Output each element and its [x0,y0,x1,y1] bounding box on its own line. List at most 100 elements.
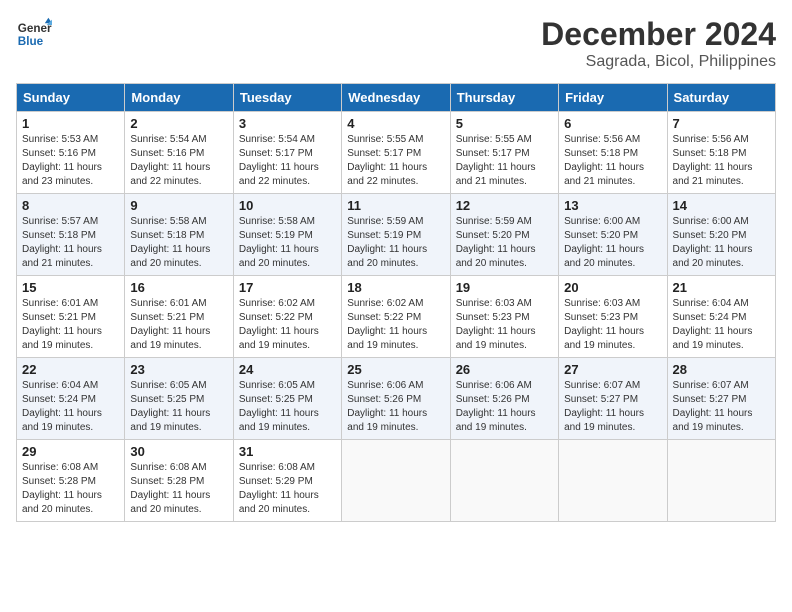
calendar-cell: 15 Sunrise: 6:01 AMSunset: 5:21 PMDayligh… [17,276,125,358]
calendar-cell: 21 Sunrise: 6:04 AMSunset: 5:24 PMDayligh… [667,276,775,358]
day-detail: Sunrise: 6:05 AMSunset: 5:25 PMDaylight:… [239,379,336,435]
day-detail: Sunrise: 6:08 AMSunset: 5:28 PMDaylight:… [130,461,227,517]
day-number: 10 [239,198,336,213]
day-detail: Sunrise: 6:00 AMSunset: 5:20 PMDaylight:… [564,215,661,271]
calendar-cell: 2Sunrise: 5:54 AMSunset: 5:16 PMDaylight… [125,112,233,194]
header-saturday: Saturday [667,84,775,112]
calendar-cell: 25Sunrise: 6:06 AMSunset: 5:26 PMDayligh… [342,358,450,440]
day-number: 27 [564,362,661,377]
day-number: 6 [564,116,661,131]
day-number: 19 [456,280,553,295]
calendar-week-1: 1Sunrise: 5:53 AMSunset: 5:16 PMDaylight… [17,112,776,194]
day-detail: Sunrise: 6:03 AMSunset: 5:23 PMDaylight:… [456,297,553,353]
day-number: 22 [22,362,119,377]
day-number: 14 [673,198,770,213]
day-detail: Sunrise: 6:04 AMSunset: 5:24 PMDaylight:… [22,379,119,435]
calendar-cell: 9 Sunrise: 5:58 AMSunset: 5:18 PMDaylight… [125,194,233,276]
header-thursday: Thursday [450,84,558,112]
header-sunday: Sunday [17,84,125,112]
calendar-cell: 4 Sunrise: 5:55 AMSunset: 5:17 PMDaylight… [342,112,450,194]
day-number: 9 [130,198,227,213]
calendar-body: 1Sunrise: 5:53 AMSunset: 5:16 PMDaylight… [17,112,776,522]
calendar-cell: 20 Sunrise: 6:03 AMSunset: 5:23 PMDayligh… [559,276,667,358]
calendar-cell: 14 Sunrise: 6:00 AMSunset: 5:20 PMDayligh… [667,194,775,276]
day-detail: Sunrise: 5:55 AMSunset: 5:17 PMDaylight:… [347,133,444,189]
logo: General Blue [16,16,52,52]
calendar-cell: 6 Sunrise: 5:56 AMSunset: 5:18 PMDaylight… [559,112,667,194]
day-detail: Sunrise: 5:55 AMSunset: 5:17 PMDaylight:… [456,133,553,189]
day-detail: Sunrise: 6:07 AMSunset: 5:27 PMDaylight:… [673,379,770,435]
calendar-cell: 7 Sunrise: 5:56 AMSunset: 5:18 PMDaylight… [667,112,775,194]
day-number: 1 [22,116,119,131]
day-detail: Sunrise: 6:02 AMSunset: 5:22 PMDaylight:… [347,297,444,353]
header-monday: Monday [125,84,233,112]
day-detail: Sunrise: 6:02 AMSunset: 5:22 PMDaylight:… [239,297,336,353]
day-detail: Sunrise: 6:01 AMSunset: 5:21 PMDaylight:… [22,297,119,353]
calendar-cell [450,440,558,522]
header-friday: Friday [559,84,667,112]
day-number: 4 [347,116,444,131]
day-detail: Sunrise: 6:05 AMSunset: 5:25 PMDaylight:… [130,379,227,435]
day-detail: Sunrise: 5:56 AMSunset: 5:18 PMDaylight:… [564,133,661,189]
day-detail: Sunrise: 5:56 AMSunset: 5:18 PMDaylight:… [673,133,770,189]
calendar-cell: 23Sunrise: 6:05 AMSunset: 5:25 PMDayligh… [125,358,233,440]
day-detail: Sunrise: 6:00 AMSunset: 5:20 PMDaylight:… [673,215,770,271]
day-detail: Sunrise: 5:58 AMSunset: 5:19 PMDaylight:… [239,215,336,271]
calendar-cell: 12Sunrise: 5:59 AMSunset: 5:20 PMDayligh… [450,194,558,276]
calendar-cell: 28 Sunrise: 6:07 AMSunset: 5:27 PMDayligh… [667,358,775,440]
calendar-cell: 18 Sunrise: 6:02 AMSunset: 5:22 PMDayligh… [342,276,450,358]
month-title: December 2024 [541,16,776,53]
calendar-cell: 27 Sunrise: 6:07 AMSunset: 5:27 PMDayligh… [559,358,667,440]
day-number: 13 [564,198,661,213]
day-detail: Sunrise: 6:08 AMSunset: 5:29 PMDaylight:… [239,461,336,517]
day-number: 28 [673,362,770,377]
calendar-cell: 31 Sunrise: 6:08 AMSunset: 5:29 PMDayligh… [233,440,341,522]
day-number: 16 [130,280,227,295]
calendar-cell: 24 Sunrise: 6:05 AMSunset: 5:25 PMDayligh… [233,358,341,440]
calendar-header-row: SundayMondayTuesdayWednesdayThursdayFrid… [17,84,776,112]
day-detail: Sunrise: 5:58 AMSunset: 5:18 PMDaylight:… [130,215,227,271]
day-detail: Sunrise: 5:59 AMSunset: 5:20 PMDaylight:… [456,215,553,271]
day-detail: Sunrise: 6:06 AMSunset: 5:26 PMDaylight:… [456,379,553,435]
day-detail: Sunrise: 5:54 AMSunset: 5:16 PMDaylight:… [130,133,227,189]
day-number: 3 [239,116,336,131]
day-number: 5 [456,116,553,131]
day-detail: Sunrise: 6:04 AMSunset: 5:24 PMDaylight:… [673,297,770,353]
day-number: 29 [22,444,119,459]
calendar-cell: 19 Sunrise: 6:03 AMSunset: 5:23 PMDayligh… [450,276,558,358]
day-detail: Sunrise: 5:57 AMSunset: 5:18 PMDaylight:… [22,215,119,271]
day-number: 7 [673,116,770,131]
calendar-table: SundayMondayTuesdayWednesdayThursdayFrid… [16,83,776,522]
svg-text:Blue: Blue [18,35,44,48]
calendar-cell: 29Sunrise: 6:08 AMSunset: 5:28 PMDayligh… [17,440,125,522]
day-number: 20 [564,280,661,295]
day-number: 24 [239,362,336,377]
header-tuesday: Tuesday [233,84,341,112]
calendar-cell: 5 Sunrise: 5:55 AMSunset: 5:17 PMDaylight… [450,112,558,194]
day-detail: Sunrise: 5:59 AMSunset: 5:19 PMDaylight:… [347,215,444,271]
day-number: 18 [347,280,444,295]
day-number: 11 [347,198,444,213]
calendar-cell: 17Sunrise: 6:02 AMSunset: 5:22 PMDayligh… [233,276,341,358]
day-number: 15 [22,280,119,295]
calendar-cell: 13 Sunrise: 6:00 AMSunset: 5:20 PMDayligh… [559,194,667,276]
calendar-cell: 3 Sunrise: 5:54 AMSunset: 5:17 PMDaylight… [233,112,341,194]
calendar-cell: 1Sunrise: 5:53 AMSunset: 5:16 PMDaylight… [17,112,125,194]
calendar-week-4: 22 Sunrise: 6:04 AMSunset: 5:24 PMDayligh… [17,358,776,440]
title-area: December 2024 Sagrada, Bicol, Philippine… [541,16,776,71]
day-detail: Sunrise: 5:54 AMSunset: 5:17 PMDaylight:… [239,133,336,189]
calendar-cell: 10 Sunrise: 5:58 AMSunset: 5:19 PMDayligh… [233,194,341,276]
page-header: General Blue December 2024 Sagrada, Bico… [16,16,776,71]
day-number: 31 [239,444,336,459]
location-title: Sagrada, Bicol, Philippines [541,53,776,71]
calendar-cell: 26 Sunrise: 6:06 AMSunset: 5:26 PMDayligh… [450,358,558,440]
day-detail: Sunrise: 6:03 AMSunset: 5:23 PMDaylight:… [564,297,661,353]
calendar-cell: 22 Sunrise: 6:04 AMSunset: 5:24 PMDayligh… [17,358,125,440]
day-number: 21 [673,280,770,295]
calendar-cell [667,440,775,522]
calendar-cell [342,440,450,522]
day-detail: Sunrise: 6:07 AMSunset: 5:27 PMDaylight:… [564,379,661,435]
day-number: 26 [456,362,553,377]
calendar-week-5: 29 Sunrise: 6:08 AMSunset: 5:28 PMDayligh… [17,440,776,522]
svg-text:General: General [18,22,52,35]
